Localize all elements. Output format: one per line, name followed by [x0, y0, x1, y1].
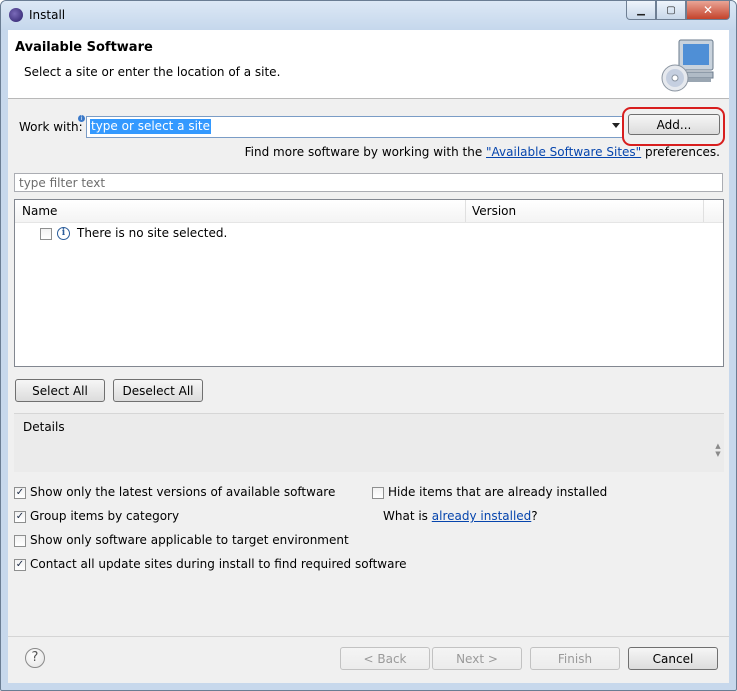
chevron-down-icon[interactable]	[612, 123, 620, 128]
hide-installed-label: Hide items that are already installed	[388, 485, 608, 499]
info-icon: i	[57, 227, 70, 240]
select-all-button[interactable]: Select All	[15, 379, 105, 402]
work-with-combo[interactable]: type or select a site	[86, 116, 624, 138]
column-divider[interactable]	[703, 200, 704, 222]
cancel-button[interactable]: Cancel	[628, 647, 718, 670]
tree-header: Name Version	[15, 200, 723, 223]
row-checkbox[interactable]	[40, 228, 52, 240]
dialog-client: Available Software Select a site or ente…	[8, 30, 729, 683]
details-label: Details	[23, 420, 65, 434]
page-description: Select a site or enter the location of a…	[24, 65, 281, 79]
details-scrollbar[interactable]: ▲ ▼	[714, 442, 722, 462]
footer-separator	[8, 636, 729, 637]
what-is-prefix: What is	[383, 509, 432, 523]
deselect-all-button[interactable]: Deselect All	[113, 379, 203, 402]
maximize-icon: ▢	[666, 4, 676, 16]
group-by-category-checkbox[interactable]: ✓	[14, 511, 26, 523]
latest-versions-label: Show only the latest versions of availab…	[30, 485, 336, 499]
minimize-button[interactable]: ▁	[626, 1, 656, 20]
group-by-category-label: Group items by category	[30, 509, 180, 523]
target-environment-label: Show only software applicable to target …	[30, 533, 349, 547]
install-window: Install ▁ ▢ ✕ Available Software Select …	[0, 0, 737, 691]
back-button[interactable]: < Back	[340, 647, 430, 670]
hide-installed-checkbox[interactable]	[372, 487, 384, 499]
maximize-button[interactable]: ▢	[656, 1, 686, 20]
find-more-text: Find more software by working with the "…	[245, 145, 720, 159]
what-is-suffix: ?	[531, 509, 538, 523]
page-title: Available Software	[15, 40, 153, 55]
work-with-label: Work with:	[19, 120, 83, 134]
what-is-installed-text: What is already installed?	[383, 509, 538, 525]
contact-update-sites-checkbox[interactable]: ✓	[14, 559, 26, 571]
title-bar[interactable]: Install ▁ ▢ ✕	[1, 1, 736, 30]
find-more-prefix: Find more software by working with the	[244, 145, 487, 159]
target-environment-checkbox[interactable]	[14, 535, 26, 547]
find-more-suffix: preferences.	[641, 145, 720, 159]
row-name: There is no site selected.	[77, 226, 228, 240]
eclipse-icon	[9, 8, 23, 22]
computer-cd-icon	[661, 39, 714, 92]
column-name[interactable]: Name	[22, 204, 57, 218]
details-panel: Details ▲ ▼	[14, 413, 724, 472]
latest-versions-checkbox[interactable]: ✓	[14, 487, 26, 499]
available-software-sites-link[interactable]: "Available Software Sites"	[486, 145, 641, 159]
already-installed-link[interactable]: already installed	[432, 509, 532, 523]
contact-update-sites-label: Contact all update sites during install …	[30, 557, 407, 571]
wizard-header: Available Software Select a site or ente…	[8, 30, 729, 99]
highlight-ring	[622, 107, 725, 146]
work-with-value: type or select a site	[90, 119, 212, 134]
filter-input[interactable]: type filter text	[14, 173, 723, 192]
finish-button[interactable]: Finish	[530, 647, 620, 670]
column-divider[interactable]	[465, 200, 466, 222]
filter-placeholder: type filter text	[19, 176, 106, 190]
minimize-icon: ▁	[637, 4, 645, 16]
close-button[interactable]: ✕	[686, 1, 730, 20]
window-controls: ▁ ▢ ✕	[626, 1, 730, 20]
column-version[interactable]: Version	[472, 204, 516, 218]
window-title: Install	[29, 8, 66, 22]
close-icon: ✕	[702, 3, 714, 17]
software-tree[interactable]: Name Version i There is no site selected…	[14, 199, 724, 367]
help-icon[interactable]: ?	[25, 648, 45, 668]
next-button[interactable]: Next >	[432, 647, 522, 670]
info-icon: i	[78, 115, 85, 122]
